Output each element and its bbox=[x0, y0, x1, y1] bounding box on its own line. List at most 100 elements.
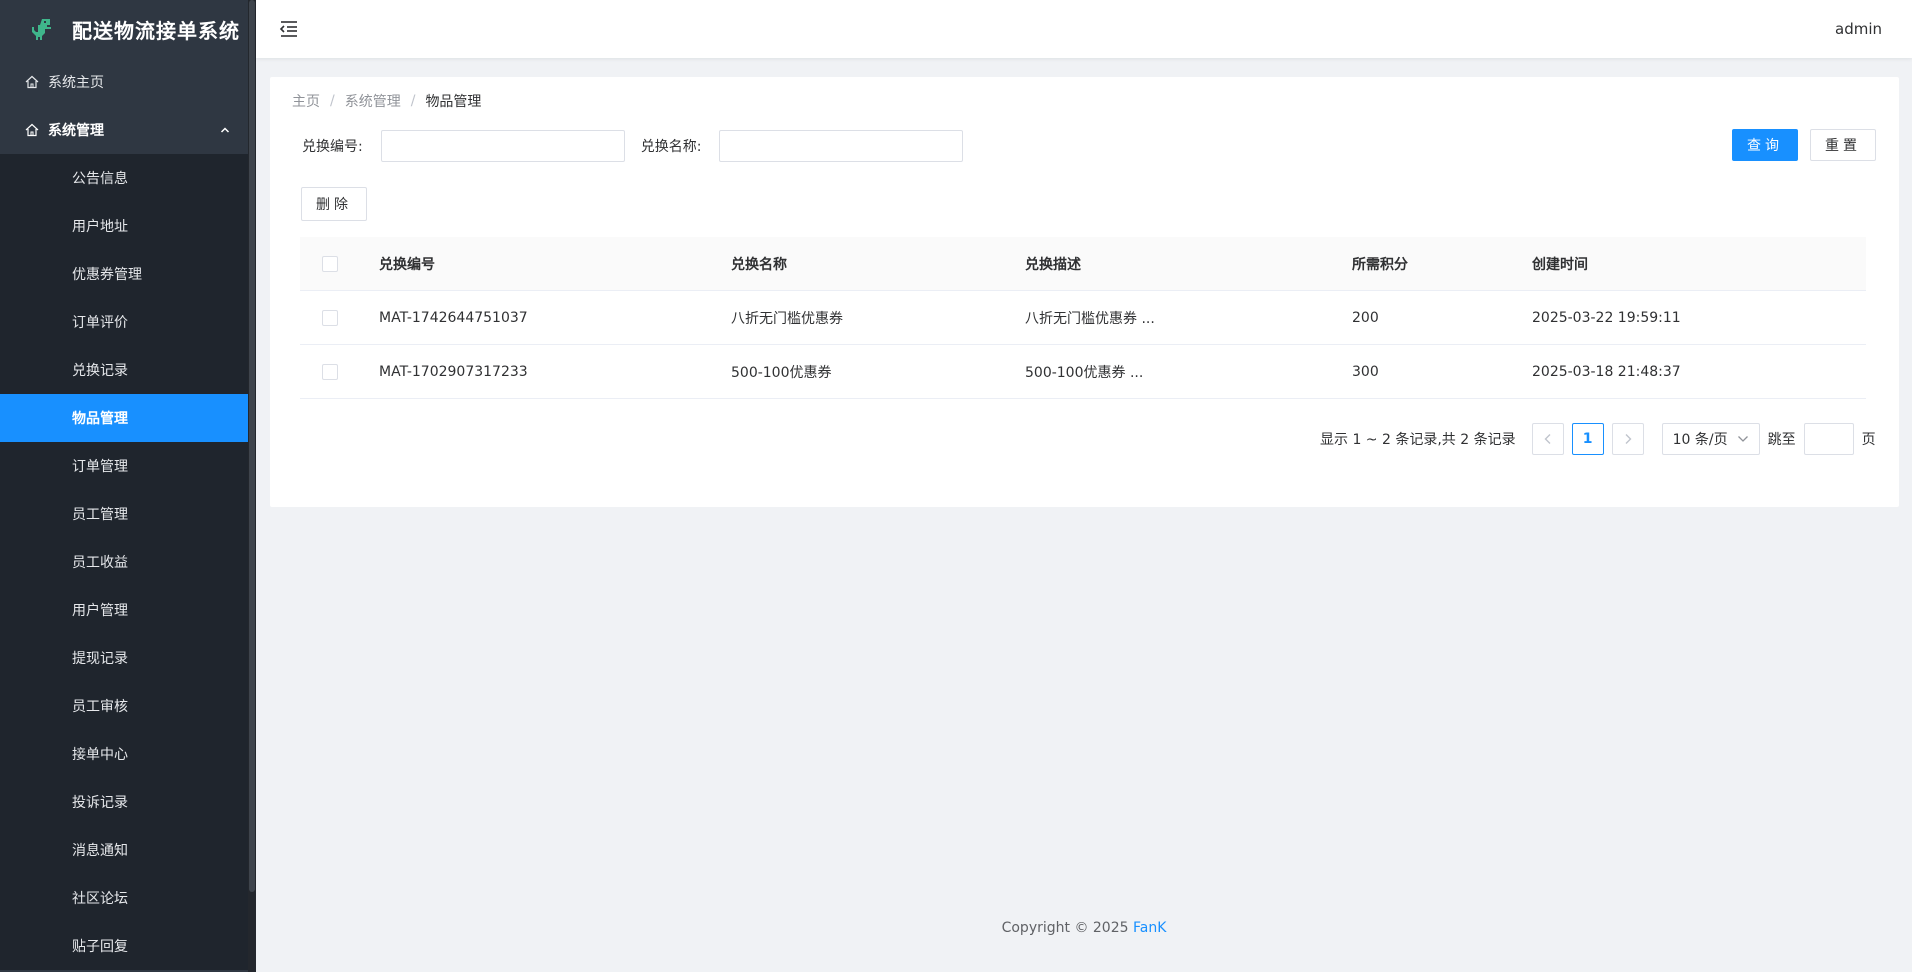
sidebar-item-label: 员工管理 bbox=[72, 507, 128, 523]
pagination: 显示 1 ~ 2 条记录,共 2 条记录 1 10 条/页 跳至 页 bbox=[1320, 423, 1876, 455]
header-points: 所需积分 bbox=[1352, 256, 1408, 273]
sidebar-item-label: 接单中心 bbox=[72, 747, 128, 763]
sidebar-item-label: 员工审核 bbox=[72, 699, 128, 715]
sidebar-item-label: 用户地址 bbox=[72, 219, 128, 235]
sidebar-item[interactable]: 兑换记录 bbox=[0, 346, 248, 394]
page-size-select[interactable]: 10 条/页 bbox=[1661, 423, 1760, 455]
cell-points: 200 bbox=[1352, 309, 1379, 326]
sidebar-item-label: 社区论坛 bbox=[72, 891, 128, 907]
sidebar-item-label: 员工收益 bbox=[72, 555, 128, 571]
dinosaur-logo-icon bbox=[32, 19, 51, 40]
cell-desc: 八折无门槛优惠券 ... bbox=[1025, 310, 1155, 327]
sidebar-group-system-title[interactable]: 系统管理 bbox=[0, 106, 248, 154]
sidebar-submenu: 公告信息用户地址优惠券管理订单评价兑换记录物品管理订单管理员工管理员工收益用户管… bbox=[0, 154, 248, 970]
pagination-total: 显示 1 ~ 2 条记录,共 2 条记录 bbox=[1320, 432, 1516, 448]
sidebar-group-label: 系统管理 bbox=[48, 123, 104, 139]
cell-points: 300 bbox=[1352, 363, 1379, 380]
cell-code: MAT-1742644751037 bbox=[379, 309, 528, 326]
header-time: 创建时间 bbox=[1532, 256, 1588, 273]
search-form: 兑换编号: 兑换名称: bbox=[302, 130, 964, 162]
sidebar-item[interactable]: 员工收益 bbox=[0, 538, 248, 586]
copyright-text: Copyright © 2025 bbox=[1001, 920, 1133, 936]
chevron-right-icon bbox=[1625, 434, 1632, 444]
page-size-value: 10 条/页 bbox=[1672, 432, 1728, 448]
table-header-row: 兑换编号 兑换名称 兑换描述 所需积分 创建时间 bbox=[300, 237, 1866, 291]
breadcrumb: 主页 / 系统管理 / 物品管理 bbox=[292, 91, 481, 111]
sidebar-item-label: 公告信息 bbox=[72, 171, 128, 187]
sidebar-item-label: 用户管理 bbox=[72, 603, 128, 619]
breadcrumb-home[interactable]: 主页 bbox=[292, 91, 320, 111]
cell-time: 2025-03-18 21:48:37 bbox=[1532, 363, 1681, 380]
sidebar-item[interactable]: 公告信息 bbox=[0, 154, 248, 202]
header-desc: 兑换描述 bbox=[1025, 256, 1081, 273]
delete-button[interactable]: 删除 bbox=[301, 187, 367, 221]
app-logo: 配送物流接单系统 bbox=[0, 0, 248, 58]
sidebar-item-label: 消息通知 bbox=[72, 843, 128, 859]
user-menu[interactable]: admin bbox=[1835, 20, 1882, 38]
items-table: 兑换编号 兑换名称 兑换描述 所需积分 创建时间 MAT-17426447510… bbox=[300, 237, 1866, 399]
sidebar-item[interactable]: 接单中心 bbox=[0, 730, 248, 778]
name-label: 兑换名称: bbox=[640, 139, 702, 155]
sidebar-item[interactable]: 员工管理 bbox=[0, 490, 248, 538]
code-label: 兑换编号: bbox=[302, 139, 363, 155]
sidebar-item[interactable]: 物品管理 bbox=[0, 394, 248, 442]
cell-name: 八折无门槛优惠券 bbox=[731, 310, 843, 327]
header-code: 兑换编号 bbox=[379, 256, 435, 273]
code-input[interactable] bbox=[380, 130, 625, 162]
menu-fold-icon[interactable] bbox=[278, 18, 300, 40]
sidebar-item-label: 物品管理 bbox=[72, 411, 128, 427]
sidebar-item[interactable]: 订单管理 bbox=[0, 442, 248, 490]
sidebar-item-label: 贴子回复 bbox=[72, 939, 128, 955]
sidebar-item[interactable]: 用户地址 bbox=[0, 202, 248, 250]
home-icon bbox=[25, 123, 39, 137]
app-title: 配送物流接单系统 bbox=[72, 18, 240, 43]
sidebar-item[interactable]: 订单评价 bbox=[0, 298, 248, 346]
footer: Copyright © 2025 FanK bbox=[256, 920, 1912, 936]
sidebar-item[interactable]: 社区论坛 bbox=[0, 874, 248, 922]
sidebar-item-home[interactable]: 系统主页 bbox=[0, 58, 248, 106]
sidebar-item-label: 优惠券管理 bbox=[72, 267, 142, 283]
sidebar-item[interactable]: 贴子回复 bbox=[0, 922, 248, 970]
sidebar-item[interactable]: 消息通知 bbox=[0, 826, 248, 874]
cell-desc: 500-100优惠券 ... bbox=[1025, 364, 1144, 381]
select-all-checkbox[interactable] bbox=[322, 255, 338, 272]
chevron-left-icon bbox=[1544, 434, 1551, 444]
page-button-current[interactable]: 1 bbox=[1571, 423, 1604, 455]
name-input[interactable] bbox=[719, 130, 964, 162]
prev-page-button[interactable] bbox=[1531, 423, 1564, 455]
sidebar-item[interactable]: 投诉记录 bbox=[0, 778, 248, 826]
breadcrumb-separator: / bbox=[330, 93, 335, 109]
sidebar-item-label: 投诉记录 bbox=[72, 795, 128, 811]
row-checkbox[interactable] bbox=[322, 309, 338, 326]
row-checkbox[interactable] bbox=[322, 363, 338, 380]
reset-button[interactable]: 重置 bbox=[1810, 129, 1876, 161]
author-link[interactable]: FanK bbox=[1133, 920, 1166, 936]
sidebar-scrollbar-thumb[interactable] bbox=[249, 0, 255, 892]
sidebar-item-label: 兑换记录 bbox=[72, 363, 128, 379]
sidebar-item[interactable]: 用户管理 bbox=[0, 586, 248, 634]
sidebar-group-system: 系统管理 公告信息用户地址优惠券管理订单评价兑换记录物品管理订单管理员工管理员工… bbox=[0, 106, 248, 970]
page-unit-label: 页 bbox=[1861, 432, 1876, 448]
next-page-button[interactable] bbox=[1611, 423, 1644, 455]
table-row[interactable]: MAT-1742644751037 八折无门槛优惠券 八折无门槛优惠券 ... … bbox=[300, 291, 1866, 345]
sidebar-item-label: 订单管理 bbox=[72, 459, 128, 475]
breadcrumb-current: 物品管理 bbox=[425, 94, 482, 110]
breadcrumb-separator: / bbox=[410, 93, 416, 109]
sidebar-item[interactable]: 提现记录 bbox=[0, 634, 248, 682]
home-icon bbox=[25, 75, 39, 89]
cell-time: 2025-03-22 19:59:11 bbox=[1532, 309, 1681, 326]
table-row[interactable]: MAT-1702907317233 500-100优惠券 500-100优惠券 … bbox=[300, 345, 1866, 399]
breadcrumb-section[interactable]: 系统管理 bbox=[345, 91, 401, 111]
top-header: admin bbox=[256, 0, 1912, 58]
query-button[interactable]: 查询 bbox=[1732, 129, 1798, 161]
chevron-up-icon bbox=[220, 127, 230, 133]
sidebar-item[interactable]: 优惠券管理 bbox=[0, 250, 248, 298]
sidebar: 配送物流接单系统 系统主页 系统管理 公告信息 用户地址 优惠券管理 订单评价 … bbox=[0, 0, 256, 972]
main-card: 主页 / 系统管理 / 物品管理 兑换编号: 兑换名称: 查询 重置 删除 兑换… bbox=[270, 77, 1899, 507]
cell-code: MAT-1702907317233 bbox=[379, 363, 528, 380]
sidebar-item[interactable]: 员工审核 bbox=[0, 682, 248, 730]
jump-label: 跳至 bbox=[1767, 432, 1796, 448]
jump-page-input[interactable] bbox=[1803, 423, 1854, 455]
sidebar-item-label: 提现记录 bbox=[72, 651, 128, 667]
cell-name: 500-100优惠券 bbox=[731, 364, 832, 381]
